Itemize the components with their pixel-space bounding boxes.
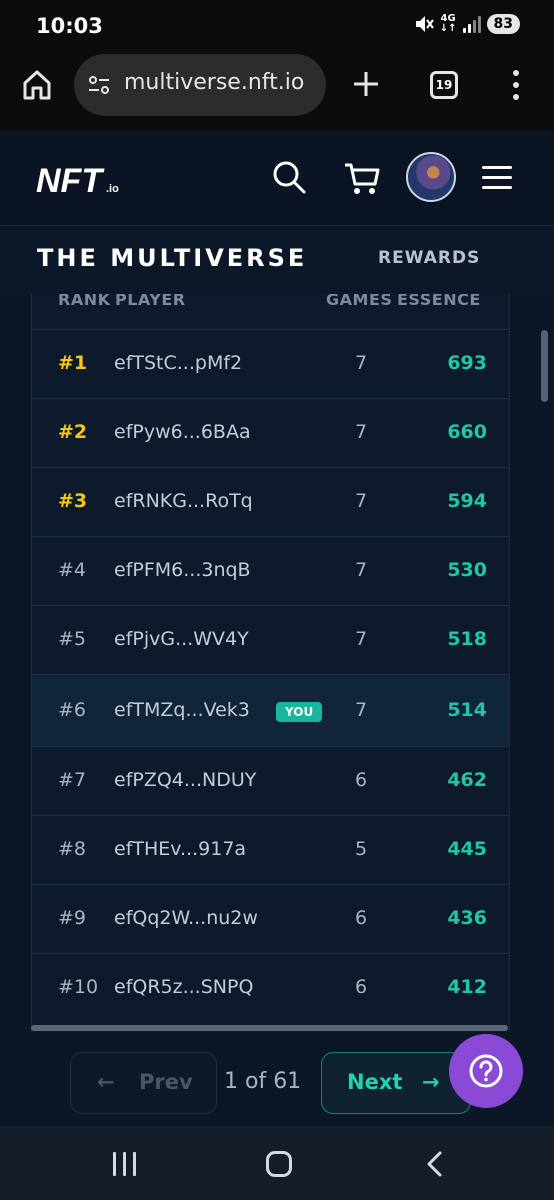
games-cell: 7	[354, 352, 368, 374]
rank-cell: #2	[58, 421, 88, 443]
prev-label: Prev	[139, 1070, 193, 1094]
table-row[interactable]: #7 efPZQ4...NDUY 6 462	[32, 747, 509, 816]
arrow-left-icon: ←	[97, 1070, 115, 1094]
status-icons: 4G ↓↑ 83	[414, 13, 520, 35]
essence-cell: 594	[447, 490, 487, 512]
pagination: ← Prev 1 of 61 Next →	[31, 1034, 510, 1126]
page-title[interactable]: THE MULTIVERSE	[37, 244, 307, 272]
essence-cell: 660	[447, 421, 487, 443]
player-cell[interactable]: efQq2W...nu2w	[114, 907, 258, 929]
player-cell[interactable]: efQR5z...SNPQ	[114, 976, 253, 998]
table-row[interactable]: #10 efQR5z...SNPQ 6 412	[32, 954, 509, 1023]
you-badge: YOU	[276, 702, 323, 722]
more-options-icon[interactable]	[502, 68, 530, 102]
games-cell: 7	[354, 421, 368, 443]
home-nav-icon[interactable]	[266, 1151, 292, 1177]
status-bar: 10:03 4G ↓↑ 83	[0, 0, 554, 54]
browser-toolbar: multiverse.nft.io 19	[0, 54, 554, 130]
page-scrollbar[interactable]	[541, 330, 548, 402]
essence-cell: 530	[447, 559, 487, 581]
recents-icon[interactable]	[112, 1152, 138, 1176]
header-essence: ESSENCE	[397, 294, 481, 309]
games-cell: 7	[354, 490, 368, 512]
signal-icon	[462, 15, 481, 33]
essence-cell: 693	[447, 352, 487, 374]
rank-cell: #7	[58, 769, 87, 791]
player-cell[interactable]: efPZQ4...NDUY	[114, 769, 256, 791]
svg-text:NFT: NFT	[36, 162, 105, 200]
rank-cell: #5	[58, 628, 87, 650]
battery-indicator: 83	[486, 14, 520, 34]
header-games: GAMES	[326, 294, 393, 309]
essence-cell: 518	[447, 628, 487, 650]
table-row[interactable]: #3 efRNKG...RoTq 7 594	[32, 468, 509, 537]
cart-icon[interactable]	[342, 158, 382, 198]
header-rank: RANK	[58, 294, 111, 309]
essence-cell: 445	[447, 838, 487, 860]
player-cell[interactable]: efTHEv...917a	[114, 838, 246, 860]
leaderboard-table: RANK PLAYER GAMES ESSENCE #1 efTStC...pM…	[31, 294, 510, 1032]
player-cell[interactable]: efPFM6...3nqB	[114, 559, 251, 581]
help-button[interactable]	[449, 1034, 523, 1108]
games-cell: 6	[354, 976, 368, 998]
header-player: PLAYER	[115, 294, 186, 309]
search-icon[interactable]	[270, 158, 308, 196]
arrow-right-icon: →	[422, 1070, 440, 1094]
avatar[interactable]	[406, 152, 456, 202]
games-cell: 7	[354, 628, 368, 650]
site-settings-icon[interactable]	[88, 74, 110, 96]
rank-cell: #6	[58, 699, 87, 721]
table-row[interactable]: #2 efPyw6...6BAa 7 660	[32, 399, 509, 468]
essence-cell: 436	[447, 907, 487, 929]
games-cell: 7	[354, 559, 368, 581]
tab-switcher-button[interactable]: 19	[430, 71, 458, 99]
prev-button[interactable]: ← Prev	[70, 1052, 217, 1114]
games-cell: 7	[354, 699, 368, 721]
status-time: 10:03	[36, 14, 103, 38]
rank-cell: #8	[58, 838, 87, 860]
table-row[interactable]: #9 efQq2W...nu2w 6 436	[32, 885, 509, 954]
url-text: multiverse.nft.io	[124, 70, 305, 95]
next-label: Next	[347, 1070, 403, 1094]
nft-logo[interactable]: NFT .io	[36, 160, 136, 200]
rewards-link[interactable]: REWARDS	[378, 248, 480, 268]
home-icon[interactable]	[20, 68, 54, 102]
essence-cell: 412	[447, 976, 487, 998]
player-cell[interactable]: efPjvG...WV4Y	[114, 628, 249, 650]
sub-navigation: THE MULTIVERSE REWARDS	[0, 226, 554, 294]
svg-text:.io: .io	[106, 183, 119, 195]
table-row[interactable]: #4 efPFM6...3nqB 7 530	[32, 537, 509, 606]
question-icon	[469, 1054, 503, 1088]
essence-cell: 514	[447, 699, 487, 721]
table-row[interactable]: #5 efPjvG...WV4Y 7 518	[32, 606, 509, 675]
rank-cell: #4	[58, 559, 87, 581]
rank-cell: #10	[58, 976, 99, 998]
player-cell[interactable]: efTMZq...Vek3	[114, 699, 250, 721]
table-header: RANK PLAYER GAMES ESSENCE	[32, 294, 509, 330]
new-tab-icon[interactable]	[350, 66, 382, 102]
player-cell[interactable]: efPyw6...6BAa	[114, 421, 251, 443]
current-user-row[interactable]: #6 efTMZq...Vek3 YOU 7 514	[32, 675, 509, 747]
page-indicator: 1 of 61	[224, 1069, 302, 1094]
site-header: NFT .io	[0, 130, 554, 226]
hamburger-icon[interactable]	[482, 166, 514, 190]
system-navigation-bar	[0, 1126, 554, 1200]
back-icon[interactable]	[424, 1150, 444, 1178]
games-cell: 6	[354, 907, 368, 929]
rank-cell: #9	[58, 907, 87, 929]
essence-cell: 462	[447, 769, 487, 791]
rank-cell: #1	[58, 352, 88, 374]
player-cell[interactable]: efRNKG...RoTq	[114, 490, 253, 512]
network-indicator: 4G ↓↑	[439, 13, 457, 34]
games-cell: 5	[354, 838, 368, 860]
player-cell[interactable]: efTStC...pMf2	[114, 352, 242, 374]
table-row[interactable]: #8 efTHEv...917a 5 445	[32, 816, 509, 885]
table-horizontal-scrollbar[interactable]	[31, 1025, 508, 1031]
address-bar[interactable]: multiverse.nft.io	[74, 54, 326, 116]
mute-icon	[415, 16, 434, 32]
games-cell: 6	[354, 769, 368, 791]
rank-cell: #3	[58, 490, 88, 512]
table-row[interactable]: #1 efTStC...pMf2 7 693	[32, 330, 509, 399]
